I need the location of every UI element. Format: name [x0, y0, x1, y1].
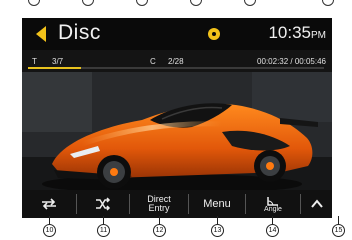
callout-13: 13: [211, 224, 224, 237]
disc-icon: [208, 28, 220, 40]
clock: 10:35PM: [268, 23, 326, 43]
play-time: 00:02:32 / 00:05:46: [257, 57, 326, 66]
callout-leader: [49, 216, 50, 224]
progress-fill: [28, 67, 82, 69]
callout-12: 12: [153, 224, 166, 237]
back-arrow-icon[interactable]: [34, 25, 48, 43]
callout-leader: [217, 216, 218, 224]
callout-top-6: [322, 0, 334, 6]
track-label: T: [32, 57, 37, 66]
direct-entry-line2: Entry: [148, 203, 170, 213]
callout-top-1: [28, 0, 40, 6]
title-bar: Disc 10:35PM: [22, 18, 332, 50]
callout-15: 15: [332, 224, 345, 237]
chapter-value: 2/28: [168, 57, 184, 66]
menu-button[interactable]: Menu: [189, 190, 245, 218]
angle-label: Angle: [264, 205, 282, 213]
callout-top-4: [190, 0, 202, 6]
video-artwork: [22, 72, 332, 194]
angle-button[interactable]: Angle: [246, 190, 300, 218]
source-title: Disc: [58, 21, 101, 44]
callout-leader: [272, 216, 273, 224]
direct-entry-button[interactable]: Direct Entry: [130, 190, 188, 218]
shuffle-icon: [96, 197, 111, 211]
menu-label: Menu: [203, 198, 231, 210]
callout-10: 10: [43, 224, 56, 237]
chevron-up-icon: [310, 199, 323, 208]
callout-11: 11: [97, 224, 110, 237]
angle-icon: [267, 196, 278, 206]
up-button[interactable]: [301, 190, 332, 218]
disc-player-screen: Disc 10:35PM T 3/7 C 2/28 00:02:32 / 00:…: [22, 18, 332, 218]
callout-leader: [103, 216, 104, 224]
callout-top-2: [82, 0, 94, 6]
callout-leader: [159, 216, 160, 224]
callout-top-3: [136, 0, 148, 6]
callout-14: 14: [266, 224, 279, 237]
progress-bar[interactable]: [28, 67, 324, 69]
callout-leader: [338, 216, 339, 224]
clock-ampm: PM: [311, 30, 326, 41]
shuffle-button[interactable]: [77, 190, 129, 218]
repeat-icon: [42, 198, 56, 210]
callout-top-5: [244, 0, 256, 6]
control-bar: Direct Entry Menu Angle: [22, 190, 332, 218]
track-value: 3/7: [52, 57, 64, 66]
chapter-label: C: [150, 57, 156, 66]
track-info-bar: T 3/7 C 2/28 00:02:32 / 00:05:46: [22, 50, 332, 72]
clock-time: 10:35: [268, 23, 311, 42]
race-car-image: [22, 72, 332, 194]
repeat-button[interactable]: [22, 190, 76, 218]
